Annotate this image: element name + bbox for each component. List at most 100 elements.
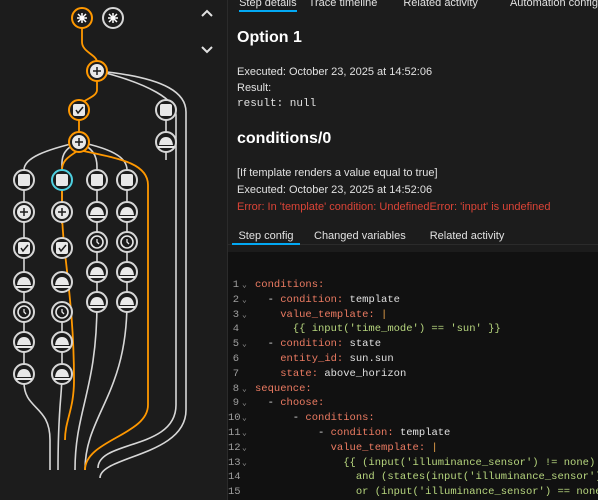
code-line[interactable]: 1 ⌄ conditions: <box>228 278 598 293</box>
tab-automation-config[interactable]: Automation config <box>510 0 598 10</box>
line-number: 15 <box>228 486 241 499</box>
code-line[interactable]: 13 ⌄ {{ (input('illuminance_sensor') != n… <box>228 456 598 471</box>
line-number: 14 <box>228 471 241 484</box>
fold-chevron-icon[interactable]: ⌄ <box>242 441 250 456</box>
trace-edge <box>57 302 63 471</box>
code-text: {{ input('time_mode') == 'sun' }} <box>255 322 501 337</box>
option-icon <box>121 174 133 186</box>
code-token: conditions: <box>305 412 375 425</box>
tab-step-related-activity[interactable]: Related activity <box>430 229 505 243</box>
code-line[interactable]: 9 ⌄ - choose: <box>228 396 598 411</box>
code-token: condition: <box>280 338 344 351</box>
option-icon <box>18 174 30 186</box>
chevron-up-icon[interactable] <box>196 3 218 25</box>
code-token: {{ (input('illuminance_sensor') != none) <box>255 456 596 469</box>
result-value: result: null <box>237 98 317 110</box>
code-line[interactable]: 5 ⌄ - condition: state <box>228 337 598 352</box>
service-icon-base <box>16 378 32 380</box>
fold-chevron-icon[interactable]: ⌄ <box>242 382 250 397</box>
option-icon <box>91 174 103 186</box>
trace-edge <box>78 149 149 471</box>
service-icon-base <box>54 286 70 288</box>
service-icon-base <box>54 378 70 380</box>
tab-related-activity[interactable]: Related activity <box>403 0 478 10</box>
condition-description: [If template renders a value equal to tr… <box>237 167 438 179</box>
code-line[interactable]: 14 and (states(input('illuminance_sensor… <box>228 470 598 485</box>
fold-chevron-icon[interactable]: ⌄ <box>242 308 250 323</box>
code-text: entity_id: sun.sun <box>255 352 394 367</box>
condition-title: conditions/0 <box>237 130 332 147</box>
code-text: conditions: <box>255 278 324 293</box>
code-token: - <box>255 427 331 439</box>
fold-chevron-icon[interactable]: ⌄ <box>242 278 250 293</box>
service-icon-base <box>89 216 105 218</box>
line-number: 12 <box>228 441 241 454</box>
code-token: conditions: <box>255 279 325 291</box>
code-line[interactable]: 3 ⌄ value_template: | <box>228 308 598 323</box>
chevron-down-icon[interactable] <box>196 38 218 60</box>
trace-graph[interactable] <box>0 0 227 500</box>
code-token: {{ input('time_mode') == 'sun' }} <box>255 323 501 336</box>
line-number: 11 <box>228 427 241 439</box>
code-token: - <box>255 338 281 351</box>
details-panel: Step details Trace timeline Related acti… <box>228 0 598 500</box>
code-line[interactable]: 15 or (input('illuminance_sensor') == no… <box>228 485 598 500</box>
code-token: template <box>393 427 451 439</box>
code-text: - conditions: <box>255 411 375 426</box>
code-token: entity_id: <box>280 353 344 365</box>
tab-step-config[interactable]: Step config <box>232 229 300 245</box>
trace-graph-panel[interactable] <box>0 0 227 500</box>
code-token: and (states(input('illuminance_sensor'))… <box>255 471 598 484</box>
fold-chevron-icon[interactable]: ⌄ <box>242 456 250 471</box>
code-token: or (input('illuminance_sensor') == none)… <box>255 486 598 499</box>
tab-step-details[interactable]: Step details <box>239 0 297 12</box>
trace-edge <box>23 381 51 470</box>
fold-chevron-icon[interactable]: ⌄ <box>242 337 250 352</box>
fold-chevron-icon[interactable]: ⌄ <box>242 426 250 441</box>
line-number: 10 <box>228 412 241 425</box>
code-line[interactable]: 11 ⌄ - condition: template <box>228 426 598 441</box>
tab-trace-timeline[interactable]: Trace timeline <box>309 0 378 10</box>
option-executed: Executed: October 23, 2025 at 14:52:06 <box>237 66 433 78</box>
code-line[interactable]: 4 {{ input('time_mode') == 'sun' }} <box>228 322 598 337</box>
code-text: and (states(input('illuminance_sensor'))… <box>255 470 598 485</box>
code-token: above_horizon <box>318 367 407 380</box>
code-line[interactable]: 7 state: above_horizon <box>228 367 598 382</box>
code-token: state <box>343 338 382 351</box>
step-tabs: Step config Changed variables Related ac… <box>228 229 598 245</box>
service-icon-base <box>158 146 174 148</box>
code-text: sequence: <box>255 382 312 397</box>
code-token: sun.sun <box>343 353 394 365</box>
fold-chevron-icon[interactable]: ⌄ <box>242 293 250 308</box>
line-number: 7 <box>232 367 239 380</box>
trace-edge <box>74 301 98 471</box>
line-number: 3 <box>232 308 239 321</box>
service-icon-base <box>16 286 32 288</box>
result-label: Result: <box>237 82 272 94</box>
code-line[interactable]: 10 ⌄ - conditions: <box>228 411 598 426</box>
service-icon-base <box>119 306 135 308</box>
code-line[interactable]: 6 entity_id: sun.sun <box>228 352 598 367</box>
code-token: | <box>381 308 388 321</box>
service-icon-base <box>119 216 135 218</box>
code-text: state: above_horizon <box>255 367 406 382</box>
service-icon-base <box>89 306 105 308</box>
tab-changed-variables[interactable]: Changed variables <box>314 229 406 243</box>
fold-chevron-icon[interactable]: ⌄ <box>242 396 250 411</box>
code-line[interactable]: 12 ⌄ value_template: | <box>228 441 598 456</box>
trigger-icon <box>108 13 118 23</box>
yaml-code-editor[interactable]: 1 ⌄ conditions: 2 ⌄ - condition: template 3 ⌄ … <box>228 252 598 500</box>
service-icon-base <box>54 346 70 348</box>
line-number: 9 <box>232 397 239 410</box>
code-token: choose: <box>280 397 325 410</box>
service-icon-base <box>89 276 105 278</box>
code-line[interactable]: 2 ⌄ - condition: template <box>228 293 598 308</box>
trigger-icon <box>77 13 87 23</box>
code-line[interactable]: 8 ⌄ sequence: <box>228 382 598 397</box>
fold-chevron-icon[interactable]: ⌄ <box>242 411 250 426</box>
code-token: - <box>255 412 306 425</box>
